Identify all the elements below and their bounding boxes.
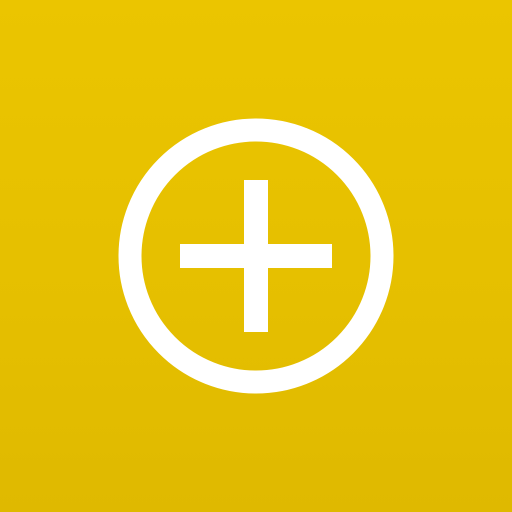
plus-horizontal-bar bbox=[180, 244, 332, 268]
add-app-tile[interactable] bbox=[0, 0, 512, 512]
circle-plus-icon[interactable] bbox=[0, 0, 512, 512]
